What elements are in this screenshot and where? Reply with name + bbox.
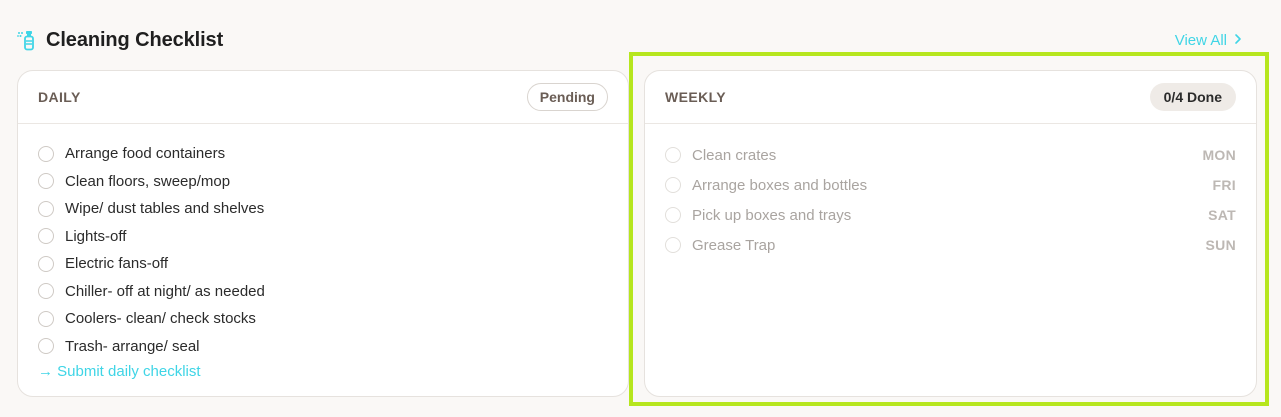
task-label: Grease Trap (692, 236, 776, 254)
task-label: Coolers- clean/ check stocks (65, 310, 256, 328)
checkbox[interactable] (38, 338, 54, 355)
list-item[interactable]: Clean crates MON (665, 140, 1236, 170)
list-item[interactable]: Grease Trap SUN (665, 230, 1236, 260)
day-label: FRI (1212, 177, 1236, 193)
checkbox[interactable] (38, 145, 54, 162)
list-item[interactable]: Arrange food containers (38, 140, 608, 168)
list-item[interactable]: Trash- arrange/ seal (38, 333, 608, 361)
task-label: Wipe/ dust tables and shelves (65, 200, 265, 218)
checkbox[interactable] (665, 207, 681, 223)
task-label: Pick up boxes and trays (692, 206, 852, 224)
submit-daily-checklist-link[interactable]: → Submit daily checklist (38, 363, 201, 380)
day-label: SUN (1205, 237, 1236, 253)
task-label: Chiller- off at night/ as needed (65, 282, 265, 300)
checkbox[interactable] (665, 177, 681, 193)
day-label: MON (1202, 147, 1236, 163)
page-title: Cleaning Checklist (46, 28, 224, 51)
chevron-right-icon (1233, 32, 1243, 49)
task-label: Arrange food containers (65, 145, 226, 163)
list-item[interactable]: Coolers- clean/ check stocks (38, 305, 608, 333)
list-item[interactable]: Electric fans-off (38, 250, 608, 278)
checkbox[interactable] (38, 200, 54, 217)
list-item[interactable]: Wipe/ dust tables and shelves (38, 195, 608, 223)
weekly-card-header: WEEKLY 0/4 Done (645, 71, 1256, 124)
list-item[interactable]: Pick up boxes and trays SAT (665, 200, 1236, 230)
day-label: SAT (1208, 207, 1236, 223)
daily-label: DAILY (38, 89, 81, 105)
checkbox[interactable] (38, 228, 54, 245)
checkbox[interactable] (665, 237, 681, 253)
view-all-label: View All (1174, 31, 1227, 49)
title-group: Cleaning Checklist (17, 29, 223, 52)
status-badge: Pending (526, 83, 608, 111)
checkbox[interactable] (665, 147, 681, 163)
weekly-label: WEEKLY (665, 89, 727, 105)
spray-bottle-icon (17, 29, 37, 51)
checkbox[interactable] (38, 283, 54, 300)
daily-task-list: Arrange food containers Clean floors, sw… (18, 124, 628, 360)
weekly-task-list: Clean crates MON Arrange boxes and bottl… (645, 124, 1256, 260)
daily-card-header: DAILY Pending (18, 71, 628, 124)
checkbox[interactable] (38, 255, 54, 272)
task-label: Clean crates (692, 146, 777, 164)
checkbox[interactable] (38, 310, 54, 327)
section-header: Cleaning Checklist View All (17, 26, 1257, 54)
list-item[interactable]: Lights-off (38, 223, 608, 251)
view-all-link[interactable]: View All (1175, 32, 1243, 49)
task-label: Lights-off (65, 227, 127, 245)
weekly-card: WEEKLY 0/4 Done Clean crates MON Arrange… (644, 70, 1257, 397)
task-label: Arrange boxes and bottles (692, 176, 868, 194)
list-item[interactable]: Arrange boxes and bottles FRI (665, 170, 1236, 200)
task-label: Electric fans-off (65, 255, 169, 273)
cleaning-checklist-page: Cleaning Checklist View All DAILY Pendin… (0, 0, 1281, 417)
progress-badge: 0/4 Done (1149, 83, 1236, 111)
checkbox[interactable] (38, 173, 54, 190)
task-label: Trash- arrange/ seal (65, 337, 200, 355)
daily-card: DAILY Pending Arrange food containers Cl… (17, 70, 629, 397)
list-item[interactable]: Chiller- off at night/ as needed (38, 278, 608, 306)
list-item[interactable]: Clean floors, sweep/mop (38, 168, 608, 196)
task-label: Clean floors, sweep/mop (65, 172, 231, 190)
